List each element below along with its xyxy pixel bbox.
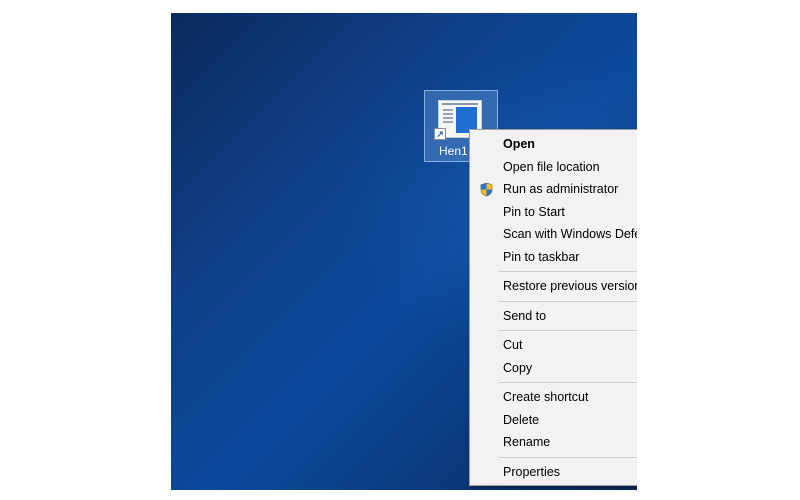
menu-separator — [499, 271, 637, 272]
menu-separator — [499, 330, 637, 331]
context-menu: Open Open file location Run as administr… — [469, 129, 637, 486]
menu-item-label: Open — [503, 137, 535, 151]
menu-item-label: Rename — [503, 435, 551, 449]
menu-item-label: Cut — [503, 338, 523, 352]
menu-item-rename[interactable]: Rename — [470, 431, 637, 454]
menu-item-label: Open file location — [503, 159, 600, 174]
menu-item-label: Properties — [503, 464, 560, 479]
menu-item-properties[interactable]: Properties — [470, 461, 637, 484]
menu-separator — [499, 456, 637, 458]
menu-item-pin-to-start[interactable]: Pin to Start — [470, 201, 637, 224]
menu-item-label: Pin to Start — [503, 204, 565, 219]
menu-item-scan-with-windows-defender[interactable]: Scan with Windows Defender... — [470, 223, 637, 246]
desktop[interactable]: ↗ Hen1 Open Open file location Run as ad… — [171, 13, 637, 490]
shortcut-arrow-icon: ↗ — [434, 128, 446, 140]
menu-item-run-as-administrator[interactable]: Run as administrator — [470, 178, 637, 201]
menu-item-label: Delete — [503, 412, 540, 427]
menu-item-label: Send to — [503, 308, 547, 323]
menu-item-label: Run as administrator — [503, 182, 619, 196]
desktop-icon-label: Hen1 — [439, 144, 468, 158]
menu-item-copy[interactable]: Copy — [470, 357, 637, 380]
menu-separator — [499, 300, 637, 302]
menu-item-delete[interactable]: Delete — [470, 409, 637, 432]
menu-item-label: Pin to taskbar — [503, 249, 580, 264]
menu-item-label: Restore previous versions — [503, 279, 637, 293]
menu-item-restore-previous-versions[interactable]: Restore previous versions — [470, 275, 637, 298]
menu-item-cut[interactable]: Cut — [470, 334, 637, 357]
menu-item-send-to[interactable]: Send to › — [470, 305, 637, 328]
menu-item-open-file-location[interactable]: Open file location — [470, 156, 637, 179]
menu-item-create-shortcut[interactable]: Create shortcut — [470, 386, 637, 409]
menu-item-label: Scan with Windows Defender... — [503, 227, 637, 241]
menu-separator — [499, 382, 637, 383]
menu-item-label: Create shortcut — [503, 390, 589, 404]
shield-icon — [480, 182, 493, 197]
menu-item-pin-to-taskbar[interactable]: Pin to taskbar — [470, 246, 637, 269]
menu-item-open[interactable]: Open — [470, 133, 637, 156]
menu-item-label: Copy — [503, 360, 533, 375]
